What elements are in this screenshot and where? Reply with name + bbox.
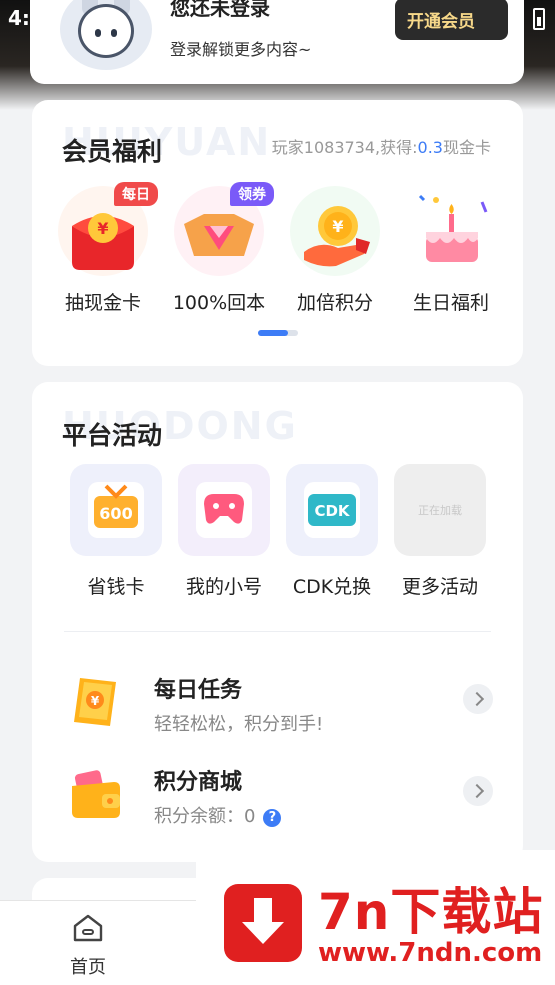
player-reward-suffix: 现金卡 bbox=[442, 138, 491, 157]
avatar-face bbox=[78, 4, 134, 58]
gamepad-icon bbox=[178, 464, 270, 556]
download-site-banner[interactable]: 7n下载站 www.7ndn.com bbox=[196, 850, 555, 985]
benefits-title: 会员福利 bbox=[62, 137, 163, 166]
battery-icon bbox=[533, 8, 545, 30]
loading-graphic: 正在加载 bbox=[418, 504, 462, 517]
benefit-double-points[interactable]: ¥ 加倍积分 bbox=[280, 186, 390, 315]
activity-label: 更多活动 bbox=[401, 576, 478, 598]
home-icon bbox=[73, 914, 103, 942]
benefit-payback[interactable]: 领券 100%回本 bbox=[164, 182, 274, 315]
help-icon[interactable]: ? bbox=[263, 809, 282, 827]
player-reward-value: 0.3 bbox=[417, 138, 443, 157]
coin-hand-icon: ¥ bbox=[290, 186, 380, 276]
coupon-badge: 领券 bbox=[230, 182, 274, 206]
coin-hand-graphic: ¥ bbox=[304, 206, 370, 267]
points-mall-row[interactable]: 积分商城 积分余额：0? bbox=[62, 762, 493, 832]
benefits-card: HUIYUAN 会员福利 玩家1083734,获得:0.3现金卡 ¥ 每日 抽现… bbox=[32, 100, 523, 366]
player-reward-info: 玩家1083734,获得:0.3现金卡 bbox=[272, 134, 491, 158]
avatar-eye bbox=[95, 29, 101, 37]
activity-label: 我的小号 bbox=[185, 576, 262, 598]
svg-text:¥: ¥ bbox=[91, 694, 100, 708]
activities-title: 平台活动 bbox=[62, 421, 163, 450]
download-arrow-graphic bbox=[242, 898, 284, 944]
nav-home-label: 首页 bbox=[70, 957, 106, 978]
gift-600-icon: 600 bbox=[70, 464, 162, 556]
profile-card[interactable]: 您还未登录 登录解锁更多内容~ 开通会员 bbox=[30, 0, 524, 84]
activity-my-accounts[interactable]: 我的小号 bbox=[176, 464, 272, 599]
cake-graphic bbox=[418, 194, 488, 262]
benefit-cash-card[interactable]: ¥ 每日 抽现金卡 bbox=[48, 182, 158, 315]
benefit-label: 加倍积分 bbox=[296, 292, 373, 314]
login-subtitle: 登录解锁更多内容~ bbox=[170, 40, 312, 59]
loading-text: 正在加载 bbox=[418, 504, 462, 517]
gift-600-text: 600 bbox=[99, 504, 132, 523]
task-title: 积分商城 bbox=[154, 770, 243, 795]
download-site-title: 7n下载站 bbox=[318, 883, 544, 941]
cdk-text: CDK bbox=[314, 502, 350, 520]
carousel-pager bbox=[258, 330, 298, 336]
download-arrow-icon bbox=[224, 884, 302, 962]
vip-button[interactable]: 开通会员 bbox=[395, 0, 508, 40]
activity-more[interactable]: 正在加载 更多活动 bbox=[392, 464, 488, 599]
chevron-right-icon[interactable] bbox=[463, 684, 493, 714]
loading-icon: 正在加载 bbox=[394, 464, 486, 556]
activity-label: 省钱卡 bbox=[87, 576, 145, 598]
benefit-birthday[interactable]: 生日福利 bbox=[396, 186, 506, 315]
ticket-icon: ¥ bbox=[74, 678, 116, 726]
cdk-graphic: CDK bbox=[304, 482, 360, 538]
activity-saving-card[interactable]: 600 省钱卡 bbox=[68, 464, 164, 599]
cdk-icon: CDK bbox=[286, 464, 378, 556]
activities-card: HUODONG 平台活动 600 省钱卡 我的小号 CDK CDK兑换 正在加载… bbox=[32, 382, 523, 862]
download-site-url: www.7ndn.com bbox=[318, 938, 543, 968]
task-subtitle: 轻轻松松，积分到手! bbox=[154, 714, 324, 735]
chevron-right-icon[interactable] bbox=[463, 776, 493, 806]
task-title: 每日任务 bbox=[154, 678, 243, 703]
wifi-icon bbox=[508, 0, 516, 4]
activity-cdk-redeem[interactable]: CDK CDK兑换 bbox=[284, 464, 380, 599]
activity-label: CDK兑换 bbox=[292, 576, 372, 598]
cake-icon bbox=[406, 186, 496, 276]
avatar-eye bbox=[111, 29, 117, 37]
section-divider bbox=[64, 631, 491, 632]
benefit-label: 抽现金卡 bbox=[64, 292, 141, 314]
wallet-icon bbox=[72, 770, 120, 818]
benefit-label: 100%回本 bbox=[172, 292, 266, 314]
svg-text:¥: ¥ bbox=[332, 217, 343, 236]
svg-text:¥: ¥ bbox=[97, 219, 108, 238]
points-balance-text: 积分余额：0 bbox=[154, 806, 256, 827]
avatar[interactable] bbox=[60, 0, 152, 70]
daily-task-row[interactable]: ¥ 每日任务 轻轻松松，积分到手! bbox=[62, 670, 493, 740]
gamepad-graphic bbox=[196, 482, 252, 538]
daily-badge: 每日 bbox=[114, 182, 158, 206]
login-title[interactable]: 您还未登录 bbox=[170, 0, 270, 21]
nav-home[interactable]: 首页 bbox=[50, 913, 126, 979]
gift-600-graphic: 600 bbox=[88, 482, 144, 538]
player-reward-prefix: 玩家1083734,获得: bbox=[271, 138, 418, 157]
points-balance: 积分余额：0? bbox=[154, 802, 282, 828]
benefit-label: 生日福利 bbox=[412, 292, 489, 314]
